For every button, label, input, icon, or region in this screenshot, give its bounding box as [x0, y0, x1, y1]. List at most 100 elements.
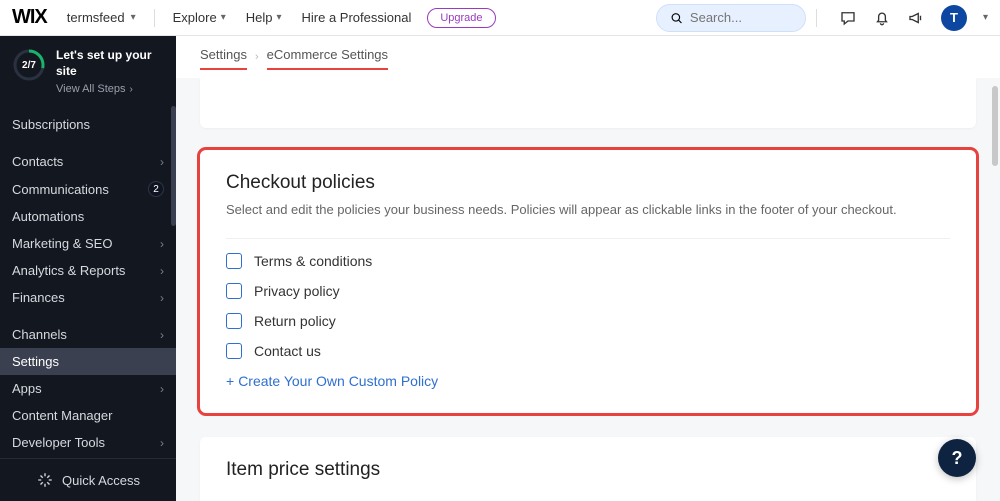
plus-icon: +: [226, 373, 234, 389]
sidebar-item-label: Apps: [12, 381, 42, 396]
avatar[interactable]: T: [941, 5, 967, 31]
create-custom-policy-link[interactable]: + Create Your Own Custom Policy: [226, 373, 950, 389]
badge-count: 2: [148, 181, 164, 197]
chevron-right-icon: ›: [160, 436, 164, 450]
sidebar-item-analytics-reports[interactable]: Analytics & Reports ›: [0, 257, 176, 284]
search-input-container[interactable]: [656, 4, 806, 32]
setup-link-label: View All Steps: [56, 83, 126, 95]
sidebar-item-label: Marketing & SEO: [12, 236, 112, 251]
sidebar-item-finances[interactable]: Finances ›: [0, 284, 176, 311]
card-title: Item price settings: [226, 459, 950, 481]
divider: [816, 9, 817, 27]
nav-explore[interactable]: Explore ▾: [165, 6, 234, 29]
chevron-right-icon: ›: [160, 382, 164, 396]
search-icon: [669, 9, 684, 27]
previous-card-peek: [200, 78, 976, 128]
breadcrumb: Settings › eCommerce Settings: [176, 36, 1000, 78]
chevron-down-icon: ▾: [131, 12, 136, 23]
progress-ring-label: 2/7: [12, 48, 46, 82]
sidebar: 2/7 Let's set up your site View All Step…: [0, 36, 176, 501]
upgrade-button[interactable]: Upgrade: [427, 8, 495, 28]
sidebar-item-label: Developer Tools: [12, 435, 105, 450]
card-title: Checkout policies: [226, 172, 950, 194]
policy-item-label: Privacy policy: [254, 283, 340, 299]
top-nav: Explore ▾ Help ▾ Hire a Professional: [165, 6, 420, 29]
chevron-right-icon: ›: [160, 237, 164, 251]
chevron-down-icon: ▾: [221, 12, 226, 23]
sparkle-icon: [36, 471, 54, 489]
sidebar-item-marketing-seo[interactable]: Marketing & SEO ›: [0, 230, 176, 257]
help-button[interactable]: ?: [938, 439, 976, 477]
chevron-down-icon[interactable]: ▾: [983, 12, 988, 23]
sidebar-item-label: Analytics & Reports: [12, 263, 125, 278]
sidebar-item-label: Automations: [12, 209, 84, 224]
checkbox[interactable]: [226, 283, 242, 299]
progress-ring: 2/7: [12, 48, 46, 82]
content-scroll[interactable]: Checkout policies Select and edit the po…: [176, 78, 1000, 501]
megaphone-icon[interactable]: [907, 9, 925, 27]
chevron-right-icon: ›: [130, 84, 133, 95]
nav-label: Hire a Professional: [302, 10, 412, 25]
sidebar-item-label: Channels: [12, 327, 67, 342]
chevron-right-icon: ›: [160, 291, 164, 305]
chat-icon[interactable]: [839, 9, 857, 27]
top-icons: T ▾: [839, 5, 988, 31]
sidebar-item-label: Contacts: [12, 154, 63, 169]
sidebar-item-subscriptions[interactable]: Subscriptions: [0, 111, 176, 138]
nav-label: Explore: [173, 10, 217, 25]
nav-label: Help: [246, 10, 273, 25]
checkbox[interactable]: [226, 253, 242, 269]
sidebar-item-settings[interactable]: Settings: [0, 348, 176, 375]
sidebar-item-developer-tools[interactable]: Developer Tools ›: [0, 429, 176, 456]
checkout-policies-card: Checkout policies Select and edit the po…: [200, 150, 976, 413]
divider: [226, 238, 950, 239]
checkbox[interactable]: [226, 313, 242, 329]
site-selector[interactable]: termsfeed ▾: [59, 6, 144, 29]
chevron-right-icon: ›: [160, 264, 164, 278]
sidebar-item-label: Content Manager: [12, 408, 112, 423]
chevron-down-icon: ▾: [276, 12, 281, 23]
policy-item-return-policy[interactable]: Return policy: [226, 313, 950, 329]
divider: [154, 9, 155, 27]
policy-item-label: Terms & conditions: [254, 253, 372, 269]
sidebar-item-contacts[interactable]: Contacts ›: [0, 148, 176, 175]
sidebar-item-label: Subscriptions: [12, 117, 90, 132]
card-description: Select and edit the policies your busine…: [226, 200, 950, 220]
sidebar-item-label: Settings: [12, 354, 59, 369]
sidebar-item-apps[interactable]: Apps ›: [0, 375, 176, 402]
sidebar-item-label: Finances: [12, 290, 65, 305]
topbar: WIX termsfeed ▾ Explore ▾ Help ▾ Hire a …: [0, 0, 1000, 36]
chevron-right-icon: ›: [160, 155, 164, 169]
setup-progress[interactable]: 2/7 Let's set up your site View All Step…: [0, 36, 176, 109]
quick-access-button[interactable]: Quick Access: [0, 458, 176, 501]
breadcrumb-ecommerce-settings[interactable]: eCommerce Settings: [267, 44, 388, 70]
chevron-right-icon: ›: [255, 51, 259, 63]
sidebar-item-channels[interactable]: Channels ›: [0, 321, 176, 348]
wix-logo[interactable]: WIX: [12, 6, 47, 29]
checkbox[interactable]: [226, 343, 242, 359]
site-name: termsfeed: [67, 10, 125, 25]
policy-item-label: Return policy: [254, 313, 336, 329]
setup-title: Let's set up your site: [56, 48, 164, 79]
policy-item-label: Contact us: [254, 343, 321, 359]
sidebar-item-automations[interactable]: Automations: [0, 203, 176, 230]
create-custom-policy-label: Create Your Own Custom Policy: [238, 373, 438, 389]
policy-item-privacy-policy[interactable]: Privacy policy: [226, 283, 950, 299]
item-price-settings-card: Item price settings: [200, 437, 976, 501]
breadcrumb-settings[interactable]: Settings: [200, 44, 247, 70]
policy-item-terms-conditions[interactable]: Terms & conditions: [226, 253, 950, 269]
sidebar-item-communications[interactable]: Communications 2: [0, 175, 176, 203]
nav-help[interactable]: Help ▾: [238, 6, 290, 29]
search-input[interactable]: [690, 10, 793, 25]
policy-item-contact-us[interactable]: Contact us: [226, 343, 950, 359]
main-scrollbar[interactable]: [992, 86, 998, 166]
chevron-right-icon: ›: [160, 328, 164, 342]
sidebar-item-content-manager[interactable]: Content Manager: [0, 402, 176, 429]
main-area: Settings › eCommerce Settings Checkout p…: [176, 36, 1000, 501]
sidebar-item-label: Communications: [12, 182, 109, 197]
bell-icon[interactable]: [873, 9, 891, 27]
view-all-steps-link[interactable]: View All Steps ›: [56, 83, 164, 95]
policy-list: Terms & conditions Privacy policy Return p…: [226, 253, 950, 359]
quick-access-label: Quick Access: [62, 473, 140, 488]
nav-hire[interactable]: Hire a Professional: [294, 6, 420, 29]
